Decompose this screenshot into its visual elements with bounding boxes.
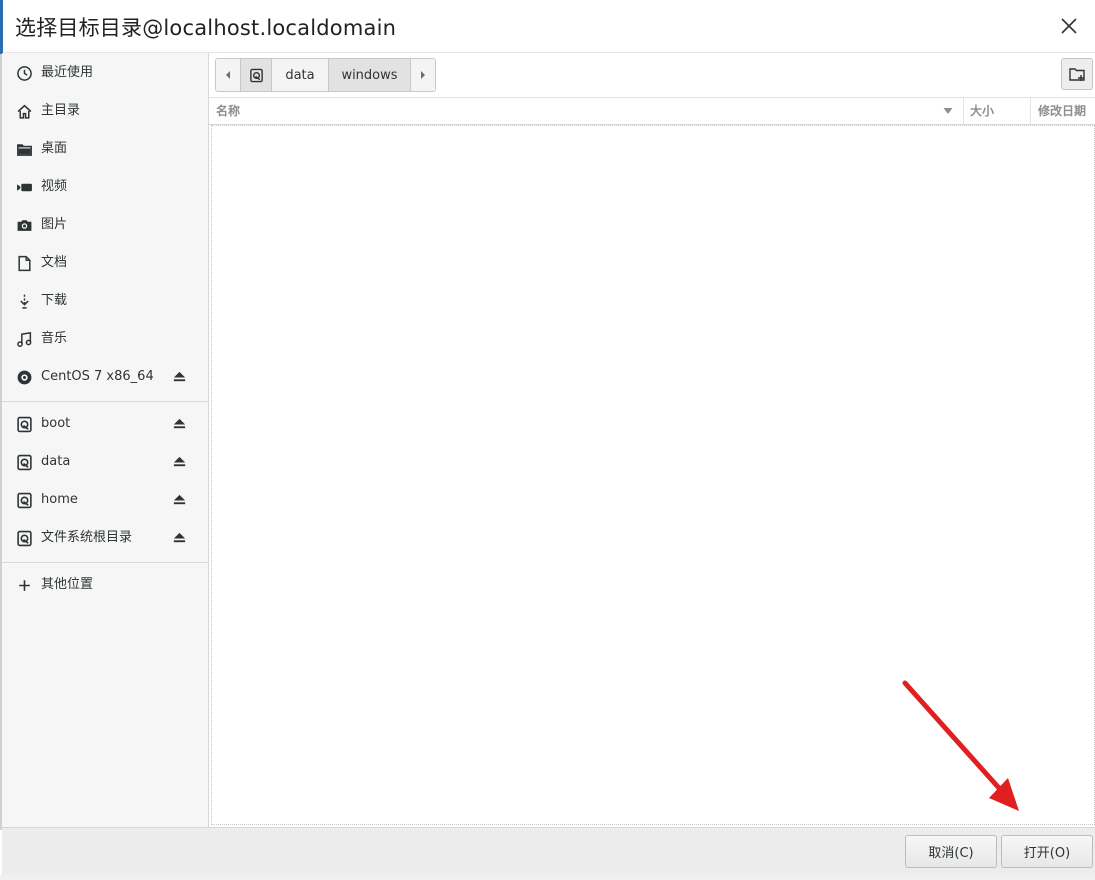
sidebar-item-desktop[interactable]: 桌面 — [2, 130, 208, 168]
eject-icon[interactable] — [172, 454, 187, 469]
sidebar-item-boot[interactable]: boot — [2, 405, 208, 443]
video-icon — [17, 183, 32, 192]
eject-icon[interactable] — [172, 369, 187, 384]
sidebar-item-label: data — [41, 454, 71, 469]
plus-icon — [19, 580, 30, 591]
open-button[interactable]: 打开(O) — [1001, 835, 1093, 868]
close-button[interactable] — [1053, 10, 1085, 42]
action-bar: 取消(C) 打开(O) — [2, 827, 1095, 876]
column-header-size[interactable]: 大小 — [963, 98, 1029, 124]
sidebar-item-label: 文件系统根目录 — [41, 530, 133, 545]
folder-icon — [17, 144, 32, 156]
sidebar-item-filesystem-root[interactable]: 文件系统根目录 — [2, 519, 208, 557]
new-folder-icon — [1069, 68, 1085, 81]
camera-icon — [17, 220, 32, 231]
sidebar-item-other-locations[interactable]: 其他位置 — [2, 566, 208, 604]
file-list[interactable] — [211, 125, 1095, 825]
sidebar-item-recent[interactable]: 最近使用 — [2, 54, 208, 92]
places-sidebar: 最近使用 主目录 桌面 视频 图片 文档 下载 音乐 CentOS 7 x86_… — [2, 53, 209, 827]
path-segment-windows[interactable]: windows — [329, 59, 411, 91]
sidebar-item-label: home — [41, 492, 78, 507]
sidebar-item-label: 图片 — [41, 217, 68, 232]
sidebar-separator — [2, 401, 208, 402]
background-window-strip — [0, 875, 1095, 880]
drive-icon — [17, 492, 32, 509]
sidebar-item-label: boot — [41, 416, 71, 431]
cancel-button[interactable]: 取消(C) — [905, 835, 997, 868]
sidebar-item-label: 其他位置 — [41, 577, 94, 592]
download-icon — [20, 294, 29, 309]
sidebar-item-centos-disc[interactable]: CentOS 7 x86_64 — [2, 358, 208, 396]
file-chooser-main: data windows 名称 大小 修改日期 — [209, 53, 1095, 827]
sidebar-item-label: 最近使用 — [41, 65, 94, 80]
drive-icon — [17, 530, 32, 547]
eject-icon[interactable] — [172, 530, 187, 545]
path-segment-data[interactable]: data — [272, 59, 329, 91]
home-icon — [17, 104, 32, 119]
path-root-drive-button[interactable] — [241, 59, 272, 91]
sidebar-item-pictures[interactable]: 图片 — [2, 206, 208, 244]
music-icon — [17, 332, 32, 347]
path-bar: data windows — [215, 58, 436, 92]
sidebar-item-documents[interactable]: 文档 — [2, 244, 208, 282]
drive-icon — [17, 416, 32, 433]
document-icon — [18, 255, 31, 272]
drive-icon — [17, 454, 32, 471]
sidebar-item-home[interactable]: 主目录 — [2, 92, 208, 130]
sidebar-item-label: 文档 — [41, 255, 68, 270]
close-icon — [1061, 18, 1077, 34]
eject-icon[interactable] — [172, 416, 187, 431]
clock-icon — [17, 66, 32, 81]
chevron-left-icon — [226, 71, 230, 79]
path-scroll-right-button[interactable] — [411, 59, 435, 91]
sidebar-separator — [2, 562, 208, 563]
sidebar-item-label: 音乐 — [41, 331, 68, 346]
sidebar-item-home-partition[interactable]: home — [2, 481, 208, 519]
sidebar-item-data[interactable]: data — [2, 443, 208, 481]
sidebar-item-label: 视频 — [41, 179, 68, 194]
sort-descending-icon — [943, 108, 953, 114]
eject-icon[interactable] — [172, 492, 187, 507]
sidebar-item-label: CentOS 7 x86_64 — [41, 369, 154, 384]
title-bar: 选择目标目录@localhost.localdomain — [3, 0, 1095, 53]
path-scroll-left-button[interactable] — [216, 59, 241, 91]
column-header: 名称 大小 修改日期 — [209, 97, 1095, 125]
sidebar-item-videos[interactable]: 视频 — [2, 168, 208, 206]
sidebar-item-label: 桌面 — [41, 141, 68, 156]
column-header-modified[interactable]: 修改日期 — [1030, 98, 1095, 124]
window-title: 选择目标目录@localhost.localdomain — [15, 16, 397, 40]
chevron-right-icon — [421, 71, 425, 79]
drive-icon — [249, 68, 263, 82]
column-header-name[interactable]: 名称 — [216, 98, 961, 124]
sidebar-item-downloads[interactable]: 下载 — [2, 282, 208, 320]
sidebar-item-label: 主目录 — [41, 103, 81, 118]
sidebar-item-label: 下载 — [41, 293, 68, 308]
disc-icon — [17, 370, 32, 385]
new-folder-button[interactable] — [1061, 58, 1093, 90]
sidebar-item-music[interactable]: 音乐 — [2, 320, 208, 358]
